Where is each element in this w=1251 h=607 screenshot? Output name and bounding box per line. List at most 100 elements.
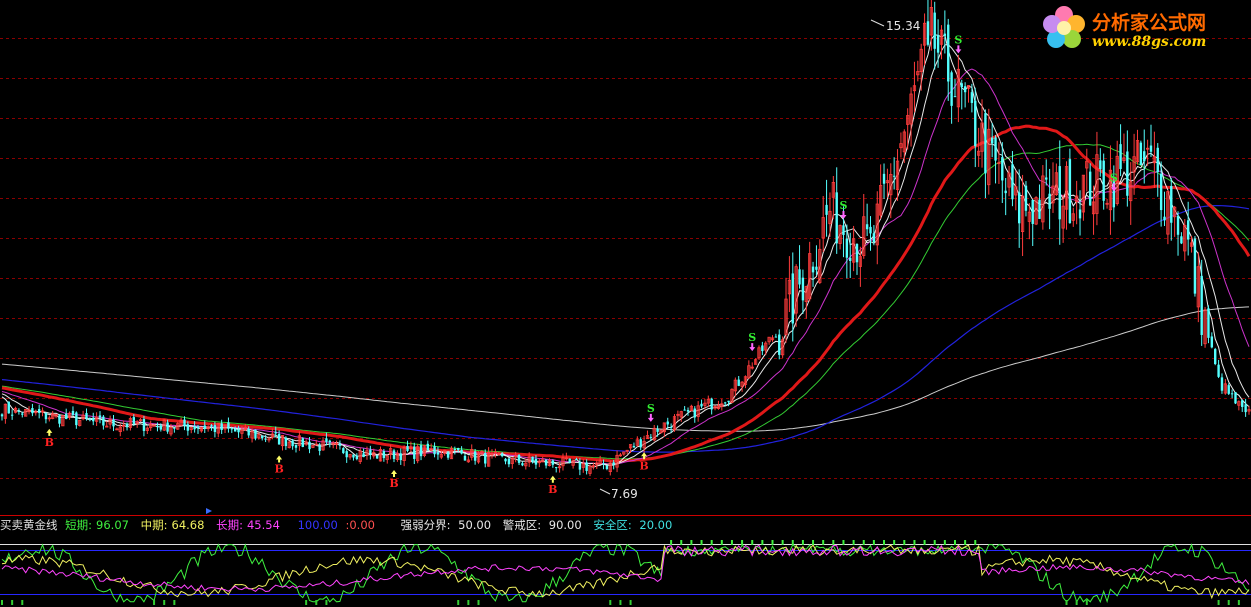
candle [555,466,558,473]
candle [1071,207,1075,227]
candle [990,123,994,158]
cursor-marker [206,508,212,514]
signal-bar [325,600,328,605]
candle [581,459,585,473]
candle [737,375,740,387]
signal-bar [315,600,318,605]
candle [534,455,538,469]
candle [7,401,10,414]
candle [61,415,65,427]
candle [1129,162,1133,225]
signal-bar [913,540,916,545]
oscillator-bars [1,540,1240,605]
signal-bar [801,540,804,545]
candle [1105,198,1109,209]
candle [831,175,835,220]
buy-signal-label: B [45,436,54,449]
candle [449,446,454,460]
candle [1095,131,1099,226]
candle [713,405,717,411]
candle [1068,148,1072,224]
candle [895,149,900,201]
candle [75,411,78,429]
oscillator-lines [1,543,1250,604]
candle [811,261,815,287]
candle [378,446,383,462]
sell-arrow-icon [749,343,756,352]
candle [490,449,494,459]
candle [206,425,210,432]
candle [984,109,987,199]
candle [757,345,761,360]
candle [615,450,619,473]
candle [179,417,183,427]
candle [1064,161,1069,230]
candle [652,425,656,442]
signal-bar [1,600,3,605]
candle [58,414,61,428]
logo-title: 分析家公式网 [1092,12,1207,34]
signal-bar [883,540,886,545]
candle [1210,332,1214,349]
candle [676,410,680,421]
candle [933,1,936,70]
candle [1207,305,1210,344]
candle [1237,400,1241,411]
indicator-panel [0,540,1251,605]
candle [1126,130,1129,207]
candle [730,388,734,403]
candle [419,440,423,461]
moving-average-lines [1,34,1251,468]
candle [1058,140,1061,245]
sell-signal-label: S [748,331,756,344]
sell-arrow-icon [647,413,654,422]
signal-bar [609,600,612,605]
signal-bar [710,540,713,545]
candle [537,458,541,468]
candle [433,442,436,458]
candle [869,216,872,251]
sell-signal-label: S [647,402,655,415]
candle [287,440,291,449]
candle [31,403,34,417]
candle [994,135,997,184]
signal-bar [933,540,936,545]
grid-lines [0,38,1251,479]
candle [558,462,562,473]
signal-bar [163,600,166,605]
mid-term-line [1,544,1250,600]
candle [34,409,38,416]
candle [1018,169,1021,248]
candle [102,414,105,430]
candle [369,445,372,460]
candle [1102,153,1105,210]
level-a-value: 100.00 [297,518,338,532]
candle [98,411,102,424]
candle [1149,124,1153,157]
candle [605,465,609,471]
candle [81,410,85,421]
candle [189,426,193,434]
candle [47,415,51,422]
signal-bar [1217,600,1220,605]
candle [882,163,886,199]
candle [1135,129,1140,165]
candle [622,451,626,456]
candle [135,420,139,428]
candle [71,406,75,416]
candle [1051,162,1055,213]
candle [1166,189,1170,245]
candle [815,245,818,276]
candle [1045,159,1048,186]
candle [639,437,642,451]
candle [645,430,650,440]
candle [297,431,301,451]
candle [551,459,555,468]
signal-bar [741,540,744,545]
candle [750,362,754,370]
candle [950,70,953,124]
candle [801,269,805,314]
candle [54,413,58,419]
candle [1203,306,1207,348]
signal-bar [457,600,460,605]
